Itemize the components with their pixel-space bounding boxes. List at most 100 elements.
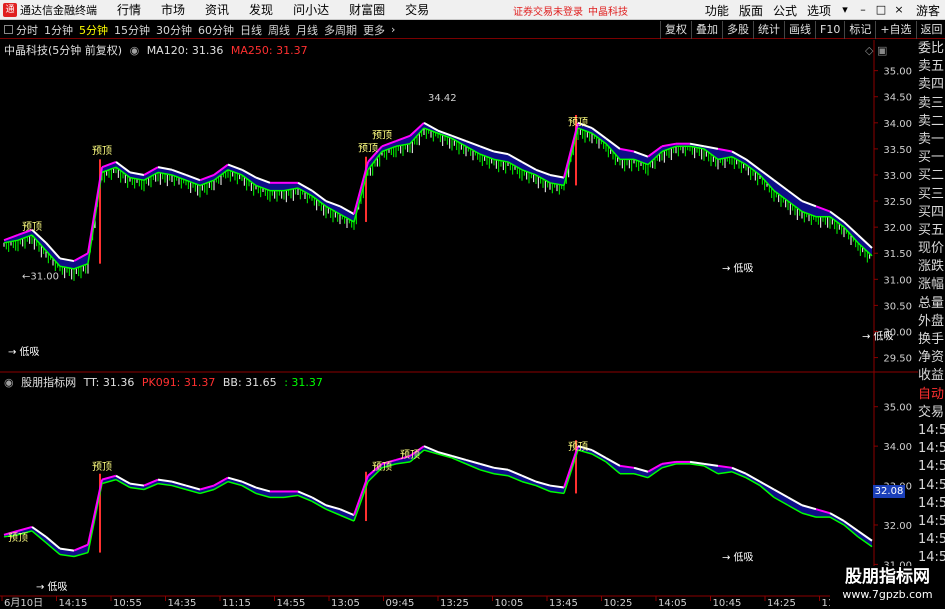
x-tick-label: 10:45 xyxy=(713,598,742,609)
band-fill xyxy=(774,489,788,506)
side-panel-item: 14:5 xyxy=(918,459,945,475)
current-price-tag: 32.08 xyxy=(873,485,905,498)
chart-annotation: 预顶 xyxy=(372,129,392,141)
sub-chart-title: 股朋指标网 xyxy=(21,376,77,389)
main-chart: 预顶预顶 预顶预顶预顶34.42←31.00→ 低吸→ 低吸→ 低吸 xyxy=(3,93,894,358)
tt-label: TT: 31.36 xyxy=(83,376,135,389)
x-tick-label: 14:05 xyxy=(658,598,687,609)
ma120-label: MA120: 31.36 xyxy=(146,44,224,57)
side-panel-item: 外盘 xyxy=(918,313,945,329)
ma250-label: MA250: 31.37 xyxy=(230,44,308,57)
y-tick-label: 35.00 xyxy=(883,403,912,414)
y-tick-label: 33.00 xyxy=(883,171,912,182)
side-panel-item: 总量 xyxy=(918,295,945,311)
y-tick-label: 35.00 xyxy=(883,67,912,78)
x-tick-label: 11:15 xyxy=(222,598,251,609)
side-panel-item: 净资 xyxy=(918,350,945,366)
side-panel-item: 14:5 xyxy=(918,422,945,438)
y-tick-label: 34.00 xyxy=(883,119,912,130)
y-tick-label: 32.00 xyxy=(883,521,912,532)
y-tick-label: 30.00 xyxy=(883,327,912,338)
side-panel-item: 14:5 xyxy=(918,532,945,548)
side-panel-item: 涨跌 xyxy=(918,259,945,275)
chart-annotation: 预顶 xyxy=(22,221,42,233)
y-tick-label: 34.00 xyxy=(883,442,912,453)
y-tick-label: 31.00 xyxy=(883,275,912,286)
band-fill xyxy=(270,182,284,191)
info-icon[interactable]: ◉ xyxy=(4,376,14,389)
chart-annotation: 预顶 xyxy=(92,461,112,473)
side-panel-item: 14:5 xyxy=(918,550,945,566)
x-tick-label: 14:25 xyxy=(767,598,796,609)
y-tick-label: 32.50 xyxy=(883,197,912,208)
side-panel-item: 14:5 xyxy=(918,495,945,511)
x-tick-label: 13:25 xyxy=(440,598,469,609)
bb2-label: : 31.37 xyxy=(284,376,323,389)
info-icon[interactable]: ◉ xyxy=(130,44,140,57)
side-panel-item: 买三 xyxy=(918,186,945,202)
watermark-title: 股朋指标网 xyxy=(845,567,930,587)
chart-canvas[interactable]: 预顶预顶 预顶预顶预顶34.42←31.00→ 低吸→ 低吸→ 低吸 预顶预顶 预顶… xyxy=(0,0,945,609)
y-tick-label: 29.50 xyxy=(883,354,912,365)
chart-annotation: 预顶 xyxy=(568,441,588,453)
sub-chart: 预顶预顶 预顶预顶预顶→ 低吸→ 低吸 xyxy=(3,440,873,593)
x-tick-label: 13:05 xyxy=(331,598,360,609)
side-panel-item: 涨幅 xyxy=(918,277,945,293)
chart-annotation: → 低吸 xyxy=(36,580,68,593)
chart-annotation: ←31.00 xyxy=(22,271,59,282)
y-tick-label: 34.50 xyxy=(883,93,912,104)
side-panel-item: 14:5 xyxy=(918,441,945,457)
main-chart-title: 中晶科技(5分钟 前复权) xyxy=(4,44,123,57)
band-fill xyxy=(788,497,802,514)
y-tick-label: 32.00 xyxy=(883,223,912,234)
x-tick-label: 10:25 xyxy=(604,598,633,609)
side-panel-item: 卖四 xyxy=(918,77,945,93)
chart-grid xyxy=(0,40,918,597)
chart-annotation: → 低吸 xyxy=(8,345,40,358)
side-panel-item: 换手 xyxy=(918,332,945,347)
x-tick-label: 10:55 xyxy=(113,598,142,609)
side-panel-item: 14:5 xyxy=(918,513,945,529)
sub-chart-legend: ◉ 股朋指标网 TT: 31.36 PK091: 31.37 BB: 31.65… xyxy=(4,374,327,390)
side-panel-item: 卖三 xyxy=(918,95,945,111)
main-chart-legend: 中晶科技(5分钟 前复权) ◉ MA120: 31.36 MA250: 31.3… xyxy=(4,42,312,58)
quote-side-panel: 委比卖五卖四卖三卖二卖一买一买二买三买四买五现价涨跌涨幅总量外盘换手净资收益自动… xyxy=(918,40,945,609)
chart-annotation: → 低吸 xyxy=(722,261,754,274)
side-panel-item: 买一 xyxy=(918,150,945,166)
x-tick-label: 13:45 xyxy=(549,598,578,609)
chart-annotation: 预顶 xyxy=(400,449,420,461)
chart-annotation: 预顶 xyxy=(92,145,112,157)
collapse-icon[interactable]: ◇ ▣ xyxy=(865,44,887,57)
y-tick-label: 31.50 xyxy=(883,249,912,260)
side-panel-item: 买四 xyxy=(918,204,945,220)
side-panel-item: 14:5 xyxy=(918,477,945,493)
watermark-url: www.7gpzb.com xyxy=(842,588,933,601)
x-tick-label: 09:45 xyxy=(386,598,415,609)
side-panel-item[interactable]: 交易 xyxy=(918,404,945,422)
side-panel-item: 收益 xyxy=(918,368,945,384)
chart-annotation: 预顶 xyxy=(358,143,378,155)
x-tick-label: 6月10日 xyxy=(4,597,43,609)
x-tick-label: 14:35 xyxy=(168,598,197,609)
chart-annotation: 预顶 xyxy=(568,116,588,128)
side-panel-item: 现价 xyxy=(918,241,945,257)
side-panel-item: 卖二 xyxy=(918,113,945,129)
chart-annotation: → 低吸 xyxy=(722,550,754,563)
y-tick-label: 33.50 xyxy=(883,145,912,156)
side-panel-item: 委比 xyxy=(918,41,945,56)
y-tick-label: 30.50 xyxy=(883,301,912,312)
x-tick-label: 14:15 xyxy=(59,598,88,609)
side-panel-item: 买二 xyxy=(918,168,945,184)
side-panel-item: 买五 xyxy=(918,222,945,238)
chart-annotation: 预顶 xyxy=(372,461,392,473)
bb-label: BB: 31.65 xyxy=(222,376,277,389)
x-tick-label: 14:55 xyxy=(277,598,306,609)
side-panel-item: 卖一 xyxy=(918,131,945,147)
chart-annotation: 预顶 xyxy=(8,532,28,544)
x-tick-label: 10:05 xyxy=(495,598,524,609)
watermark: 股朋指标网 www.7gpzb.com xyxy=(830,566,945,609)
side-panel-item[interactable]: 自动 xyxy=(918,386,945,404)
side-panel-item: 卖五 xyxy=(918,59,945,75)
chart-annotation: 34.42 xyxy=(428,93,457,104)
pk-label: PK091: 31.37 xyxy=(141,376,216,389)
